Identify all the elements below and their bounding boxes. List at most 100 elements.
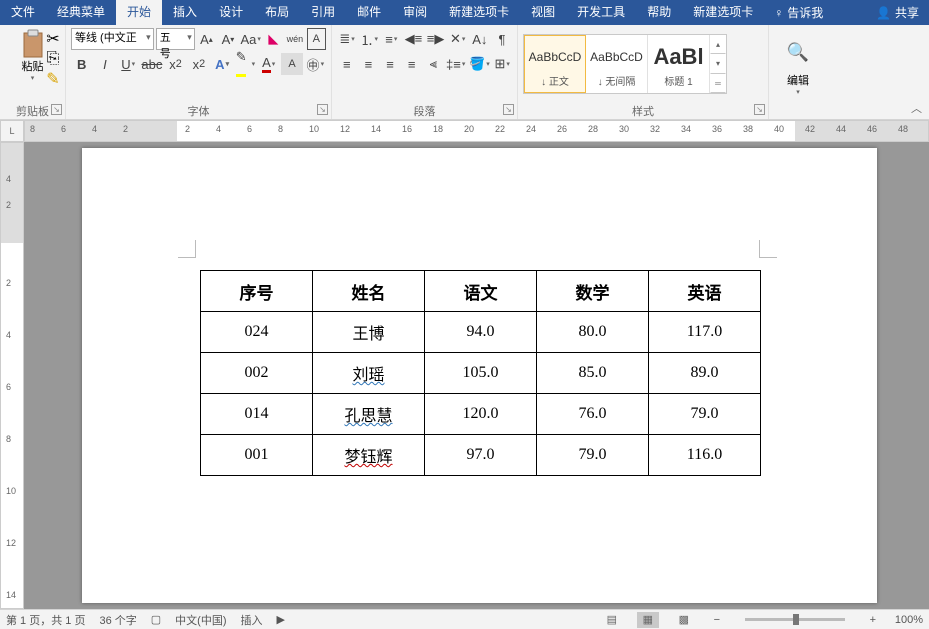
table-cell[interactable]: 105.0 (425, 353, 537, 394)
table-cell[interactable]: 117.0 (649, 312, 761, 353)
table-cell[interactable]: 94.0 (425, 312, 537, 353)
tab-new1[interactable]: 新建选项卡 (438, 0, 520, 25)
tab-help[interactable]: 帮助 (636, 0, 682, 25)
macro-icon[interactable]: ▶ (277, 613, 285, 626)
zoom-in-button[interactable]: + (865, 613, 881, 627)
numbering-button[interactable]: ⒈ (359, 28, 379, 50)
tab-developer[interactable]: 开发工具 (566, 0, 636, 25)
superscript-button[interactable]: x2 (188, 53, 209, 75)
language-indicator[interactable]: 中文(中国) (175, 612, 226, 628)
tab-insert[interactable]: 插入 (162, 0, 208, 25)
table-cell[interactable]: 001 (201, 435, 313, 476)
line-spacing-button[interactable]: ‡≡ (445, 53, 466, 75)
table-cell[interactable]: 梦钰辉 (313, 435, 425, 476)
zoom-level[interactable]: 100% (895, 614, 923, 626)
table-cell[interactable]: 王博 (313, 312, 425, 353)
find-button[interactable]: 🔍 (778, 32, 818, 72)
tab-design[interactable]: 设计 (208, 0, 254, 25)
gallery-down[interactable]: ▾ (710, 54, 726, 73)
tell-me[interactable]: ♀ 告诉我 (764, 4, 833, 21)
copy-button[interactable]: ⎘ (44, 50, 62, 68)
char-border-button[interactable]: A (307, 28, 326, 50)
document-scroll[interactable]: 序号姓名语文数学英语 024王博94.080.0117.0002刘瑶105.08… (24, 142, 929, 609)
font-color-button[interactable]: A (258, 53, 279, 75)
table-header[interactable]: 英语 (649, 271, 761, 312)
web-layout-button[interactable]: ▩ (673, 612, 695, 628)
table-cell[interactable]: 刘瑶 (313, 353, 425, 394)
asian-layout-button[interactable]: ✕ (448, 28, 468, 50)
align-left-button[interactable]: ≡ (337, 53, 357, 75)
table-header[interactable]: 数学 (537, 271, 649, 312)
horizontal-ruler[interactable]: 8642246810121416182022242628303234363840… (24, 120, 929, 142)
zoom-thumb[interactable] (793, 614, 799, 625)
style-normal[interactable]: AaBbCcD ↓ 正文 (524, 35, 586, 93)
sort-button[interactable]: A↓ (470, 28, 490, 50)
table-cell[interactable]: 116.0 (649, 435, 761, 476)
borders-button[interactable]: ⊞ (492, 53, 512, 75)
tab-references[interactable]: 引用 (300, 0, 346, 25)
table-cell[interactable]: 120.0 (425, 394, 537, 435)
underline-button[interactable]: U (118, 53, 139, 75)
tab-mailings[interactable]: 邮件 (346, 0, 392, 25)
print-layout-button[interactable]: ▦ (637, 612, 659, 628)
table-cell[interactable]: 97.0 (425, 435, 537, 476)
collapse-ribbon-button[interactable]: ︿ (910, 99, 923, 117)
zoom-slider[interactable] (745, 618, 845, 621)
table-cell[interactable]: 024 (201, 312, 313, 353)
format-painter-button[interactable]: ✎ (44, 70, 62, 88)
highlight-button[interactable]: ✎ (235, 53, 256, 75)
tab-layout[interactable]: 布局 (254, 0, 300, 25)
bullets-button[interactable]: ≣ (337, 28, 357, 50)
table-cell[interactable]: 76.0 (537, 394, 649, 435)
gallery-up[interactable]: ▴ (710, 35, 726, 54)
insert-mode[interactable]: 插入 (241, 612, 263, 628)
italic-button[interactable]: I (94, 53, 115, 75)
share-button[interactable]: 👤 共享 (866, 4, 929, 21)
table-cell[interactable]: 89.0 (649, 353, 761, 394)
table-cell[interactable]: 85.0 (537, 353, 649, 394)
zoom-out-button[interactable]: − (709, 613, 725, 627)
decrease-indent-button[interactable]: ◀≡ (403, 28, 423, 50)
table-cell[interactable]: 014 (201, 394, 313, 435)
style-heading1[interactable]: AaBl 标题 1 (648, 35, 710, 93)
tab-classic[interactable]: 经典菜单 (46, 0, 116, 25)
text-effects-button[interactable]: A (211, 53, 232, 75)
data-table[interactable]: 序号姓名语文数学英语 024王博94.080.0117.0002刘瑶105.08… (200, 270, 761, 476)
paragraph-dialog-launcher[interactable]: ↘ (503, 104, 514, 115)
table-cell[interactable]: 002 (201, 353, 313, 394)
shrink-font-button[interactable]: A▾ (218, 28, 237, 50)
table-cell[interactable]: 孔思慧 (313, 394, 425, 435)
tab-new2[interactable]: 新建选项卡 (682, 0, 764, 25)
multilevel-button[interactable]: ≡ (381, 28, 401, 50)
font-dialog-launcher[interactable]: ↘ (317, 104, 328, 115)
table-cell[interactable]: 80.0 (537, 312, 649, 353)
align-right-button[interactable]: ≡ (380, 53, 400, 75)
page-indicator[interactable]: 第 1 页，共 1 页 (6, 612, 85, 628)
tab-selector[interactable]: L (0, 120, 24, 142)
gallery-more[interactable]: ═ (710, 74, 726, 93)
clear-format-button[interactable]: ◣ (264, 28, 283, 50)
table-header[interactable]: 语文 (425, 271, 537, 312)
cut-button[interactable]: ✂ (44, 30, 62, 48)
distribute-button[interactable]: ⫷ (423, 53, 443, 75)
tab-home[interactable]: 开始 (116, 0, 162, 25)
enclose-char-button[interactable]: ㊥ (305, 53, 326, 75)
justify-button[interactable]: ≡ (402, 53, 422, 75)
tab-review[interactable]: 审阅 (392, 0, 438, 25)
char-shading-button[interactable]: A (281, 53, 302, 75)
styles-dialog-launcher[interactable]: ↘ (754, 104, 765, 115)
font-size-select[interactable]: 五号 (156, 28, 195, 50)
clipboard-dialog-launcher[interactable]: ↘ (51, 104, 62, 115)
font-name-select[interactable]: 等线 (中文正 (71, 28, 154, 50)
phonetic-button[interactable]: wén (285, 28, 304, 50)
change-case-button[interactable]: Aa (240, 28, 262, 50)
style-nospacing[interactable]: AaBbCcD ↓ 无间隔 (586, 35, 648, 93)
table-cell[interactable]: 79.0 (537, 435, 649, 476)
grow-font-button[interactable]: A▴ (197, 28, 216, 50)
vertical-ruler[interactable]: 422468101214 (0, 142, 24, 609)
shading-button[interactable]: 🪣 (468, 53, 490, 75)
align-center-button[interactable]: ≡ (359, 53, 379, 75)
bold-button[interactable]: B (71, 53, 92, 75)
word-count[interactable]: 36 个字 (99, 612, 136, 628)
read-mode-button[interactable]: ▤ (601, 612, 623, 628)
